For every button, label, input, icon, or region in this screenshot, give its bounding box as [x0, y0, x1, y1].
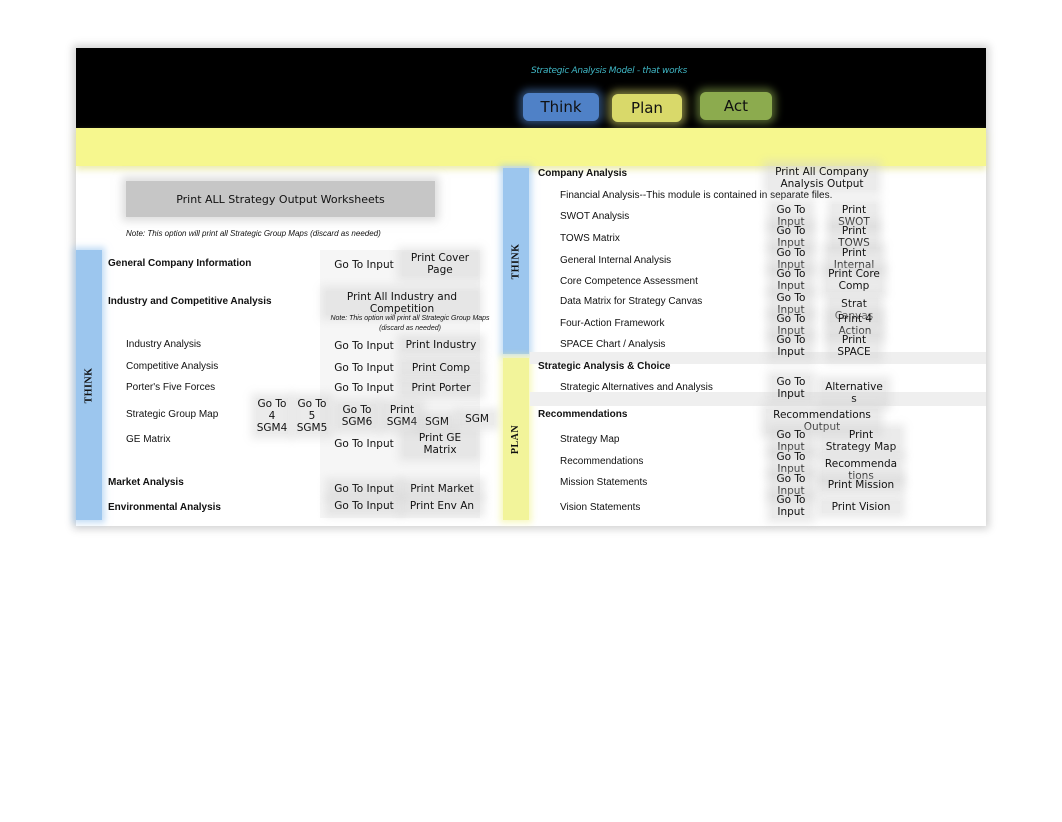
- print-all-note: Note: This option will print all Strateg…: [126, 229, 381, 238]
- core-go-to-input-button[interactable]: Go To Input: [772, 268, 810, 292]
- print-ge-matrix-button[interactable]: Print GE Matrix: [404, 432, 476, 456]
- four-action-label: Four-Action Framework: [560, 318, 665, 329]
- nav-think-button[interactable]: Think: [523, 93, 599, 121]
- think-band-label: THINK: [83, 367, 95, 403]
- space-go-to-input-button[interactable]: Go To Input: [772, 334, 810, 358]
- environmental-go-to-input-button[interactable]: Go To Input: [330, 500, 398, 512]
- recommendations-title: Recommendations: [538, 409, 628, 420]
- general-company-title: General Company Information: [108, 258, 252, 269]
- space-chart-label: SPACE Chart / Analysis: [560, 339, 666, 350]
- general-internal-label: General Internal Analysis: [560, 255, 672, 266]
- environmental-analysis-title: Environmental Analysis: [108, 502, 221, 513]
- strategic-alternatives-label: Strategic Alternatives and Analysis: [560, 382, 713, 393]
- print-mission-button[interactable]: Print Mission: [822, 479, 900, 491]
- company-analysis-title: Company Analysis: [538, 168, 628, 179]
- go-to-sgm4-button[interactable]: Go To 4 SGM4: [256, 398, 288, 434]
- print-tows-button[interactable]: Print TOWS: [832, 225, 876, 249]
- print-sgm4-button[interactable]: Print SGM4: [384, 404, 420, 428]
- print-industry-button[interactable]: Print Industry: [402, 339, 480, 351]
- competitive-analysis-label: Competitive Analysis: [126, 361, 219, 372]
- market-analysis-title: Market Analysis: [108, 477, 184, 488]
- vision-statements-label: Vision Statements: [560, 502, 641, 513]
- tows-label: TOWS Matrix: [560, 233, 620, 244]
- think-band-right: THINK: [503, 168, 529, 354]
- financial-analysis-note: Financial Analysis--This module is conta…: [560, 190, 833, 201]
- market-go-to-input-button[interactable]: Go To Input: [330, 483, 398, 495]
- print-vision-button[interactable]: Print Vision: [822, 501, 900, 513]
- print-core-comp-button[interactable]: Print Core Comp: [826, 268, 882, 292]
- nav-plan-button[interactable]: Plan: [612, 94, 682, 122]
- print-strategy-map-button[interactable]: Print Strategy Map: [822, 429, 900, 453]
- industry-competitive-title: Industry and Competitive Analysis: [108, 296, 272, 307]
- tagline: Strategic Analysis Model - that works: [531, 66, 687, 76]
- industry-note: Note: This option will print all Strateg…: [330, 315, 490, 332]
- print-all-strategy-button[interactable]: Print ALL Strategy Output Worksheets: [126, 181, 435, 217]
- competitive-go-to-input-button[interactable]: Go To Input: [330, 362, 398, 374]
- ge-go-to-input-button[interactable]: Go To Input: [330, 438, 398, 450]
- divider-row: [530, 392, 986, 406]
- recommendations-label: Recommendations: [560, 456, 644, 467]
- print-space-button[interactable]: Print SPACE: [830, 334, 878, 358]
- industry-analysis-label: Industry Analysis: [126, 339, 202, 350]
- vision-go-to-input-button[interactable]: Go To Input: [772, 494, 810, 518]
- print-env-an-button[interactable]: Print Env An: [404, 500, 480, 512]
- general-go-to-input-button[interactable]: Go To Input: [330, 259, 398, 271]
- strategy-map-label: Strategy Map: [560, 434, 620, 445]
- ge-matrix-label: GE Matrix: [126, 434, 171, 445]
- print-comp-button[interactable]: Print Comp: [402, 362, 480, 374]
- print-sgm5-button[interactable]: SGM: [422, 416, 452, 428]
- print-porter-button[interactable]: Print Porter: [402, 382, 480, 394]
- print-alternatives-button[interactable]: Alternative s: [822, 381, 886, 405]
- recommendations-go-to-input-button[interactable]: Go To Input: [772, 451, 810, 475]
- plan-band-label: PLAN: [510, 424, 522, 454]
- swot-label: SWOT Analysis: [560, 211, 630, 222]
- porters-five-forces-label: Porter's Five Forces: [126, 382, 216, 393]
- strategic-group-map-label: Strategic Group Map: [126, 409, 219, 420]
- print-market-button[interactable]: Print Market: [404, 483, 480, 495]
- industry-go-to-input-button[interactable]: Go To Input: [330, 340, 398, 352]
- strategic-analysis-choice-title: Strategic Analysis & Choice: [538, 361, 671, 372]
- tows-go-to-input-button[interactable]: Go To Input: [772, 225, 810, 249]
- plan-band-right: PLAN: [503, 358, 529, 520]
- think-band-left: THINK: [76, 250, 102, 520]
- mission-statements-label: Mission Statements: [560, 477, 648, 488]
- strategy-map-go-to-input-button[interactable]: Go To Input: [772, 429, 810, 453]
- porter-go-to-input-button[interactable]: Go To Input: [330, 382, 398, 394]
- print-all-company-button[interactable]: Print All Company Analysis Output: [768, 166, 876, 190]
- print-cover-page-button[interactable]: Print Cover Page: [402, 252, 478, 276]
- header-yellow-band: [76, 128, 986, 166]
- print-all-industry-button[interactable]: Print All Industry and Competition: [326, 291, 478, 315]
- core-competence-label: Core Competence Assessment: [560, 276, 698, 287]
- go-to-sgm6-button[interactable]: Go To SGM6: [338, 404, 376, 428]
- nav-act-button[interactable]: Act: [700, 92, 772, 120]
- alternatives-go-to-input-button[interactable]: Go To Input: [772, 376, 810, 400]
- data-matrix-label: Data Matrix for Strategy Canvas: [560, 296, 703, 307]
- think-band-right-label: THINK: [510, 243, 522, 279]
- go-to-sgm5-button[interactable]: Go To 5 SGM5: [296, 398, 328, 434]
- print-sgm6-button[interactable]: SGM: [460, 413, 494, 425]
